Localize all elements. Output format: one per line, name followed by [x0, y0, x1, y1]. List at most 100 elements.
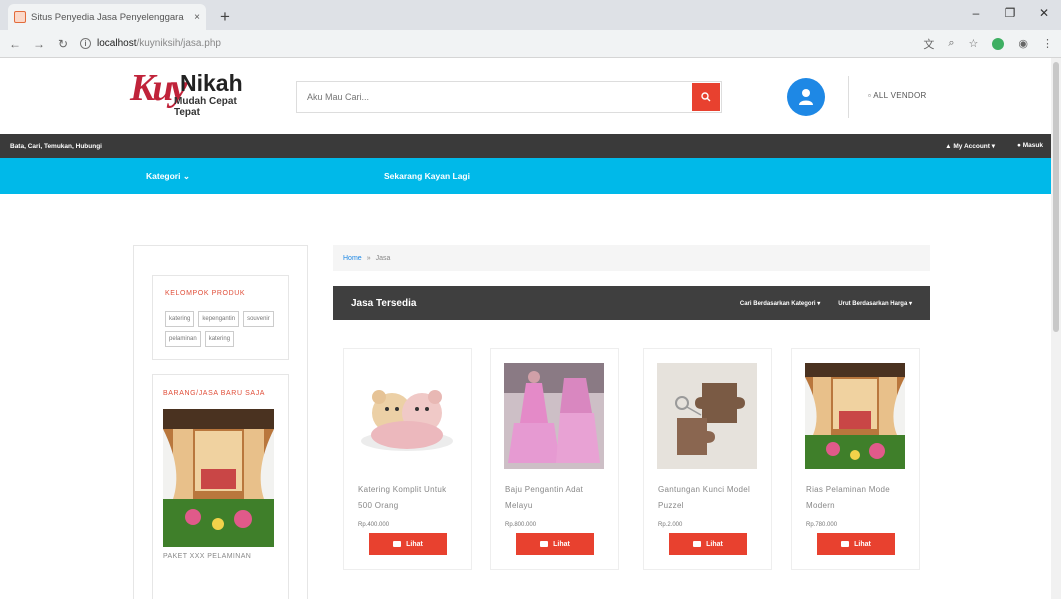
- tag-list: katering kepengantin souvenir pelaminan …: [165, 311, 276, 347]
- search-box: [296, 81, 722, 113]
- new-items-widget: BARANG/JASA BARU SAJA PAKET XXX PELAMINA…: [152, 374, 289, 599]
- product-name[interactable]: Baju Pengantin Adat Melayu: [505, 482, 605, 514]
- url-host: localhost: [97, 38, 137, 49]
- search-input[interactable]: [297, 82, 691, 112]
- browser-window: Situs Penyedia Jasa Penyelenggara × + – …: [0, 0, 1061, 599]
- chevron-down-icon: ⌄: [182, 171, 190, 181]
- url-field[interactable]: i localhost/kuyniksih/jasa.php: [80, 38, 913, 49]
- site-header: Kuy Nikah Mudah Cepat Tepat ▫ ALL VENDOR: [0, 58, 1061, 134]
- product-name[interactable]: Katering Komplit Untuk 500 Orang: [358, 482, 458, 514]
- page-scrollbar[interactable]: [1051, 58, 1061, 599]
- tab-strip: Situs Penyedia Jasa Penyelenggara × + – …: [0, 0, 1061, 30]
- product-name[interactable]: Rias Pelaminan Mode Modern: [806, 482, 906, 514]
- search-icon: [701, 92, 711, 102]
- breadcrumb-separator: »: [366, 254, 371, 262]
- breadcrumb-home[interactable]: Home: [343, 255, 362, 262]
- tag-item[interactable]: pelaminan: [165, 331, 201, 347]
- tag-item[interactable]: katering: [204, 331, 235, 347]
- extension-icon[interactable]: [992, 37, 1005, 50]
- my-account-menu[interactable]: ▲ My Account ▾: [945, 142, 995, 150]
- product-image[interactable]: [504, 363, 604, 469]
- logo-tagline: Mudah Cepat Tepat: [174, 96, 237, 118]
- tab-title: Situs Penyedia Jasa Penyelenggara: [31, 11, 184, 23]
- browser-tab[interactable]: Situs Penyedia Jasa Penyelenggara ×: [8, 4, 206, 30]
- search-button[interactable]: [692, 83, 720, 111]
- zoom-icon[interactable]: ⌕: [948, 37, 954, 50]
- masuk-label: Masuk: [1022, 142, 1043, 149]
- kategori-label: Kategori: [146, 171, 181, 181]
- back-icon[interactable]: ←: [8, 37, 22, 51]
- folder-icon: [693, 541, 702, 547]
- tag-item[interactable]: souvenir: [243, 311, 274, 327]
- product-card: Katering Komplit Untuk 500 Orang Rp.400.…: [343, 348, 472, 570]
- folder-icon: [393, 541, 402, 547]
- product-card: Gantungan Kunci Model Puzzel Rp.2.000 Li…: [643, 348, 772, 570]
- products-title: Jasa Tersedia: [351, 297, 417, 309]
- breadcrumb-current: Jasa: [375, 254, 391, 262]
- address-bar: ← → ↻ i localhost/kuyniksih/jasa.php 文 ⌕…: [0, 30, 1061, 58]
- new-item-image[interactable]: [163, 409, 274, 547]
- product-image[interactable]: [657, 363, 757, 469]
- minimize-icon[interactable]: –: [959, 0, 993, 26]
- main-nav: Kategori ⌄ Sekarang Kayan Lagi: [0, 158, 1061, 194]
- lihat-label: Lihat: [553, 540, 570, 548]
- menu-dots-icon[interactable]: ⋮: [1042, 37, 1053, 50]
- new-item-caption: PAKET XXX PELAMINAN: [163, 553, 252, 560]
- product-image[interactable]: [357, 363, 457, 469]
- tag-item[interactable]: kepengantin: [198, 311, 240, 327]
- topbar-tagline: Bata, Cari, Temukan, Hubungi: [10, 142, 102, 150]
- sekarang-link[interactable]: Sekarang Kayan Lagi: [384, 171, 470, 181]
- product-group-title: KELOMPOK PRODUK: [165, 290, 246, 297]
- folder-icon: [841, 541, 850, 547]
- product-price: Rp.800.000: [505, 522, 537, 528]
- lihat-label: Lihat: [854, 540, 871, 548]
- product-card: Rias Pelaminan Mode Modern Rp.780.000 Li…: [791, 348, 920, 570]
- new-tab-button[interactable]: +: [214, 6, 236, 28]
- lihat-button[interactable]: Lihat: [369, 533, 447, 555]
- breadcrumb: Home » Jasa: [333, 245, 930, 271]
- filter-harga-dropdown[interactable]: Urut Berdasarkan Harga ▾: [838, 300, 912, 307]
- favicon-icon: [14, 11, 26, 23]
- filter-kategori-label: Cari Berdasarkan Kategori: [739, 300, 816, 307]
- product-price: Rp.400.000: [358, 522, 390, 528]
- address-icons: 文 ⌕ ☆ ◉ ⋮: [923, 36, 1053, 52]
- bookmark-star-icon[interactable]: ☆: [969, 37, 979, 50]
- new-items-title: BARANG/JASA BARU SAJA: [163, 390, 266, 397]
- user-avatar[interactable]: [787, 78, 825, 116]
- folder-icon: [540, 541, 549, 547]
- info-icon[interactable]: i: [80, 38, 91, 49]
- header-divider: [848, 76, 849, 118]
- product-name[interactable]: Gantungan Kunci Model Puzzel: [658, 482, 758, 514]
- close-tab-icon[interactable]: ×: [194, 12, 200, 23]
- lihat-label: Lihat: [406, 540, 423, 548]
- my-account-label: My Account: [953, 143, 990, 150]
- products-header: Jasa Tersedia Cari Berdasarkan Kategori …: [333, 286, 930, 320]
- tag-item[interactable]: katering: [165, 311, 195, 327]
- product-image[interactable]: [805, 363, 905, 469]
- maximize-icon[interactable]: ❐: [993, 0, 1027, 26]
- kategori-menu[interactable]: Kategori ⌄: [146, 171, 190, 182]
- scrollbar-thumb[interactable]: [1053, 62, 1059, 332]
- all-vendor-link[interactable]: ▫ ALL VENDOR: [868, 91, 927, 100]
- filter-harga-label: Urut Berdasarkan Harga: [838, 300, 908, 307]
- reload-icon[interactable]: ↻: [56, 37, 70, 51]
- sidebar: KELOMPOK PRODUK katering kepengantin sou…: [133, 245, 308, 599]
- site-logo[interactable]: Kuy Nikah Mudah Cepat Tepat: [130, 67, 255, 118]
- masuk-link[interactable]: ● Masuk: [1017, 142, 1043, 150]
- close-window-icon[interactable]: ✕: [1027, 0, 1061, 26]
- filter-kategori-dropdown[interactable]: Cari Berdasarkan Kategori ▾: [740, 300, 820, 307]
- lihat-button[interactable]: Lihat: [817, 533, 895, 555]
- url-path: /kuyniksih/jasa.php: [136, 38, 221, 49]
- forward-icon[interactable]: →: [32, 37, 46, 51]
- lihat-label: Lihat: [706, 540, 723, 548]
- profile-icon[interactable]: ◉: [1018, 37, 1028, 50]
- window-controls: – ❐ ✕: [959, 0, 1061, 26]
- lihat-button[interactable]: Lihat: [516, 533, 594, 555]
- logo-name: Nikah: [180, 70, 243, 96]
- lihat-button[interactable]: Lihat: [669, 533, 747, 555]
- top-info-bar: Bata, Cari, Temukan, Hubungi ▲ My Accoun…: [0, 134, 1061, 158]
- product-price: Rp.780.000: [806, 522, 838, 528]
- product-card: Baju Pengantin Adat Melayu Rp.800.000 Li…: [490, 348, 619, 570]
- translate-icon[interactable]: 文: [923, 36, 934, 52]
- product-filters: Cari Berdasarkan Kategori ▾ Urut Berdasa…: [740, 300, 912, 307]
